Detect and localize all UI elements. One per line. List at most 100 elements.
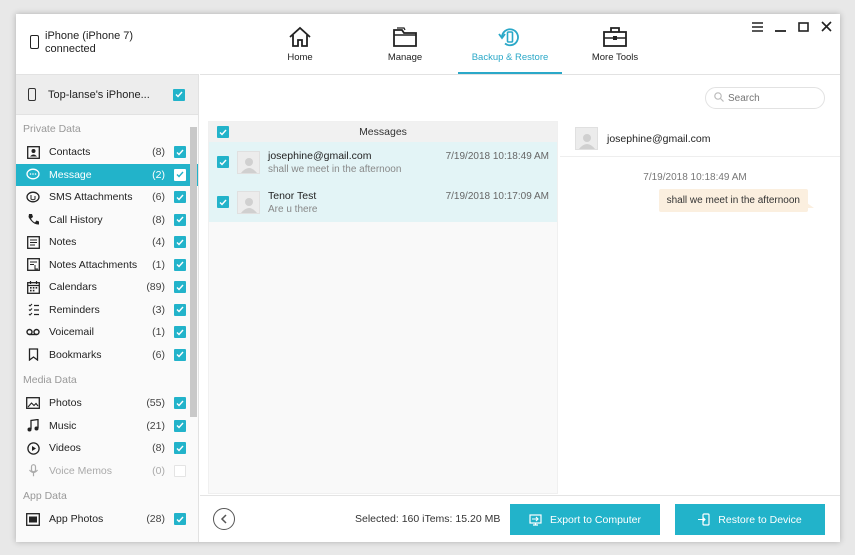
row-checkbox[interactable] xyxy=(217,156,229,168)
message-time: 7/19/2018 10:18:49 AM xyxy=(445,151,549,162)
message-list-header: Messages xyxy=(209,122,557,142)
menu-icon[interactable] xyxy=(750,19,765,34)
section-app-data: App Data xyxy=(23,490,67,502)
sidebar-item-reminders[interactable]: Reminders (3) xyxy=(16,299,198,322)
checkbox[interactable] xyxy=(174,397,186,410)
nav-manage[interactable]: Manage xyxy=(353,24,457,74)
message-preview: Are u there xyxy=(268,203,318,215)
checkbox[interactable] xyxy=(174,513,186,526)
sidebar-item-sms-attachments[interactable]: SMS Attachments (6) xyxy=(16,186,198,209)
sidebar-scrollbar[interactable] xyxy=(190,127,197,417)
sidebar-item-videos[interactable]: Videos (8) xyxy=(16,437,198,460)
restore-to-device-button[interactable]: Restore to Device xyxy=(675,504,825,535)
home-icon xyxy=(248,24,352,50)
notes-attachment-icon xyxy=(26,258,40,272)
sidebar-item-voice-memos: Voice Memos (0) xyxy=(16,460,198,483)
avatar xyxy=(237,190,260,214)
sms-attachment-icon xyxy=(26,190,40,204)
row-checkbox[interactable] xyxy=(217,196,229,208)
sidebar-device-label: Top-lanse's iPhone... xyxy=(48,88,150,101)
checkbox[interactable] xyxy=(174,213,186,226)
nav-manage-label: Manage xyxy=(387,52,423,63)
sidebar: Top-lanse's iPhone... Private Data Conta… xyxy=(16,74,199,542)
bookmark-icon xyxy=(26,348,40,362)
sidebar-device-row[interactable]: Top-lanse's iPhone... xyxy=(16,75,198,115)
window-controls xyxy=(750,19,834,34)
message-list-title: Messages xyxy=(359,126,407,138)
conversation-contact: josephine@gmail.com xyxy=(607,132,711,145)
sidebar-item-contacts[interactable]: Contacts (8) xyxy=(16,141,198,164)
sidebar-item-photos[interactable]: Photos (55) xyxy=(16,392,198,415)
reminders-icon xyxy=(26,303,40,317)
message-time: 7/19/2018 10:17:09 AM xyxy=(445,191,549,202)
nav-more-tools[interactable]: More Tools xyxy=(563,24,667,74)
header: iPhone (iPhone 7) connected Home Manage xyxy=(16,14,840,74)
checkbox[interactable] xyxy=(174,191,186,204)
sidebar-item-music[interactable]: Music (21) xyxy=(16,415,198,438)
selection-summary: Selected: 160 iTems: 15.20 MB xyxy=(355,513,501,525)
device-checkbox[interactable] xyxy=(173,88,185,101)
contacts-icon xyxy=(26,145,40,159)
checkbox[interactable] xyxy=(174,281,186,294)
phone-icon xyxy=(30,35,39,49)
chevron-left-icon xyxy=(220,514,227,524)
checkbox[interactable] xyxy=(174,326,186,339)
checkbox[interactable] xyxy=(174,419,186,432)
device-status: connected xyxy=(45,43,96,55)
conversation-timestamp: 7/19/2018 10:18:49 AM xyxy=(643,172,747,183)
message-bubble: shall we meet in the afternoon xyxy=(658,189,815,212)
sidebar-item-bookmarks[interactable]: Bookmarks (6) xyxy=(16,344,198,367)
section-media-data: Media Data xyxy=(23,374,77,386)
checkbox[interactable] xyxy=(174,258,186,271)
message-row[interactable]: Tenor Test Are u there 7/19/2018 10:17:0… xyxy=(209,182,557,222)
message-list: Messages josephine@gmail.com shall we me… xyxy=(208,121,558,494)
checkbox[interactable] xyxy=(174,303,186,316)
search-input[interactable] xyxy=(728,92,818,104)
restore-icon xyxy=(698,513,710,526)
checkbox[interactable] xyxy=(174,236,186,249)
sidebar-item-voicemail[interactable]: Voicemail (1) xyxy=(16,321,198,344)
folder-icon xyxy=(353,24,457,50)
close-icon[interactable] xyxy=(819,19,834,34)
search-icon xyxy=(714,91,724,105)
backup-restore-icon xyxy=(458,24,562,50)
checkbox[interactable] xyxy=(174,348,186,361)
conversation-panel: josephine@gmail.com 7/19/2018 10:18:49 A… xyxy=(560,121,840,494)
main-panel: Messages josephine@gmail.com shall we me… xyxy=(200,74,840,542)
avatar xyxy=(237,150,260,174)
checkbox xyxy=(174,464,186,477)
sidebar-item-app-photos[interactable]: App Photos (28) xyxy=(16,508,198,531)
nav-backup-restore[interactable]: Backup & Restore xyxy=(458,24,562,74)
voicemail-icon xyxy=(26,325,40,339)
maximize-icon[interactable] xyxy=(796,19,811,34)
app-photos-icon xyxy=(26,512,40,526)
calendar-icon xyxy=(26,280,40,294)
nav-more-tools-label: More Tools xyxy=(591,52,639,63)
minimize-icon[interactable] xyxy=(773,19,788,34)
sidebar-item-notes-attachments[interactable]: Notes Attachments (1) xyxy=(16,254,198,277)
sidebar-item-call-history[interactable]: Call History (8) xyxy=(16,209,198,232)
phone-call-icon xyxy=(26,213,40,227)
checkbox[interactable] xyxy=(174,168,186,181)
message-icon xyxy=(26,168,40,182)
photos-icon xyxy=(26,396,40,410)
app-window: iPhone (iPhone 7) connected Home Manage xyxy=(16,14,840,542)
video-play-icon xyxy=(26,441,40,455)
section-private-data: Private Data xyxy=(23,123,81,135)
checkbox[interactable] xyxy=(174,146,186,159)
toolbox-icon xyxy=(563,24,667,50)
sidebar-item-message[interactable]: Message (2) xyxy=(16,163,198,186)
message-preview: shall we meet in the afternoon xyxy=(268,163,402,175)
nav-home[interactable]: Home xyxy=(248,24,352,74)
sidebar-item-notes[interactable]: Notes (4) xyxy=(16,231,198,254)
sidebar-item-calendars[interactable]: Calendars (89) xyxy=(16,276,198,299)
message-row[interactable]: josephine@gmail.com shall we meet in the… xyxy=(209,142,557,182)
music-icon xyxy=(26,419,40,433)
microphone-icon xyxy=(26,464,40,478)
export-to-computer-button[interactable]: Export to Computer xyxy=(510,504,660,535)
checkbox[interactable] xyxy=(174,442,186,455)
phone-icon xyxy=(28,88,36,101)
search-box[interactable] xyxy=(705,87,825,109)
export-icon xyxy=(529,513,542,526)
back-button[interactable] xyxy=(213,508,235,530)
